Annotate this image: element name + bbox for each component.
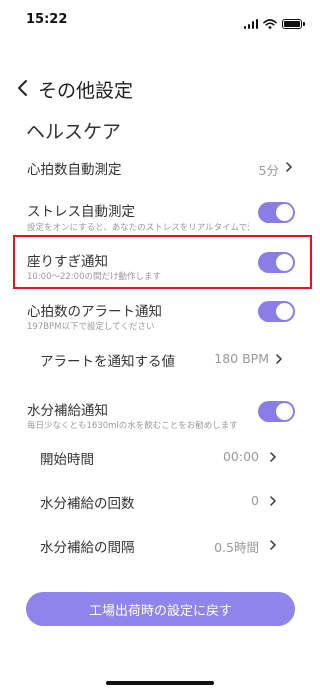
back-chevron-icon[interactable] — [10, 74, 34, 102]
water-interval-row[interactable]: 水分補給の間隔 0.5時間 — [0, 528, 320, 562]
alert-value-row[interactable]: アラートを通知する値 180 BPM — [0, 342, 320, 376]
water-count-value: 0 — [251, 493, 259, 508]
water-sub: 毎日少なくとも1630mlの水を飲むことをお勧めします — [27, 421, 238, 431]
chevron-right-icon — [276, 354, 282, 364]
water-count-label: 水分補給の回数 — [40, 496, 135, 512]
factory-reset-button[interactable]: 工場出荷時の設定に戻す — [26, 592, 295, 626]
nav-bar: その他設定 — [0, 70, 320, 106]
heart-rate-label: 心拍数自動測定 — [27, 162, 122, 178]
home-indicator — [106, 681, 214, 685]
status-icons — [243, 14, 305, 33]
hr-alert-label: 心拍数のアラート通知 — [27, 304, 162, 320]
chevron-right-icon — [270, 540, 276, 550]
chevron-right-icon — [270, 496, 276, 506]
water-label: 水分補給通知 — [27, 403, 108, 419]
wifi-icon — [263, 14, 277, 33]
status-time: 15:22 — [26, 12, 68, 27]
stress-label: ストレス自動測定 — [27, 204, 135, 220]
water-toggle[interactable] — [258, 401, 295, 422]
hr-alert-sub: 197BPM以下で設定してください — [27, 322, 155, 332]
stress-sub: 設定をオンにすると、あなたのストレスをリアルタイムで測定します — [27, 223, 249, 231]
status-bar: 15:22 — [0, 0, 320, 40]
water-row: 水分補給通知 毎日少なくとも1630mlの水を飲むことをお勧めします — [0, 393, 320, 431]
hr-alert-toggle[interactable] — [258, 301, 295, 322]
stress-row: ストレス自動測定 設定をオンにすると、あなたのストレスをリアルタイムで測定します — [0, 194, 320, 232]
water-count-row[interactable]: 水分補給の回数 0 — [0, 484, 320, 518]
hr-alert-row: 心拍数のアラート通知 197BPM以下で設定してください — [0, 292, 320, 332]
chevron-right-icon — [286, 162, 292, 172]
signal-icon — [243, 18, 258, 29]
alert-value-label: アラートを通知する値 — [40, 354, 175, 370]
battery-icon — [282, 18, 305, 29]
heart-rate-value: 5分 — [258, 163, 279, 178]
chevron-right-icon — [270, 452, 276, 462]
water-interval-value: 0.5時間 — [214, 540, 259, 555]
water-interval-label: 水分補給の間隔 — [40, 540, 135, 556]
section-title: ヘルスケア — [26, 121, 122, 143]
alert-value: 180 BPM — [214, 351, 269, 366]
start-time-label: 開始時間 — [40, 452, 94, 468]
stress-toggle[interactable] — [258, 202, 295, 223]
highlight-box — [13, 235, 312, 289]
heart-rate-row[interactable]: 心拍数自動測定 5分 — [0, 150, 320, 184]
start-time-row[interactable]: 開始時間 00:00 — [0, 440, 320, 474]
page-title: その他設定 — [38, 80, 134, 102]
start-time-value: 00:00 — [222, 449, 259, 464]
